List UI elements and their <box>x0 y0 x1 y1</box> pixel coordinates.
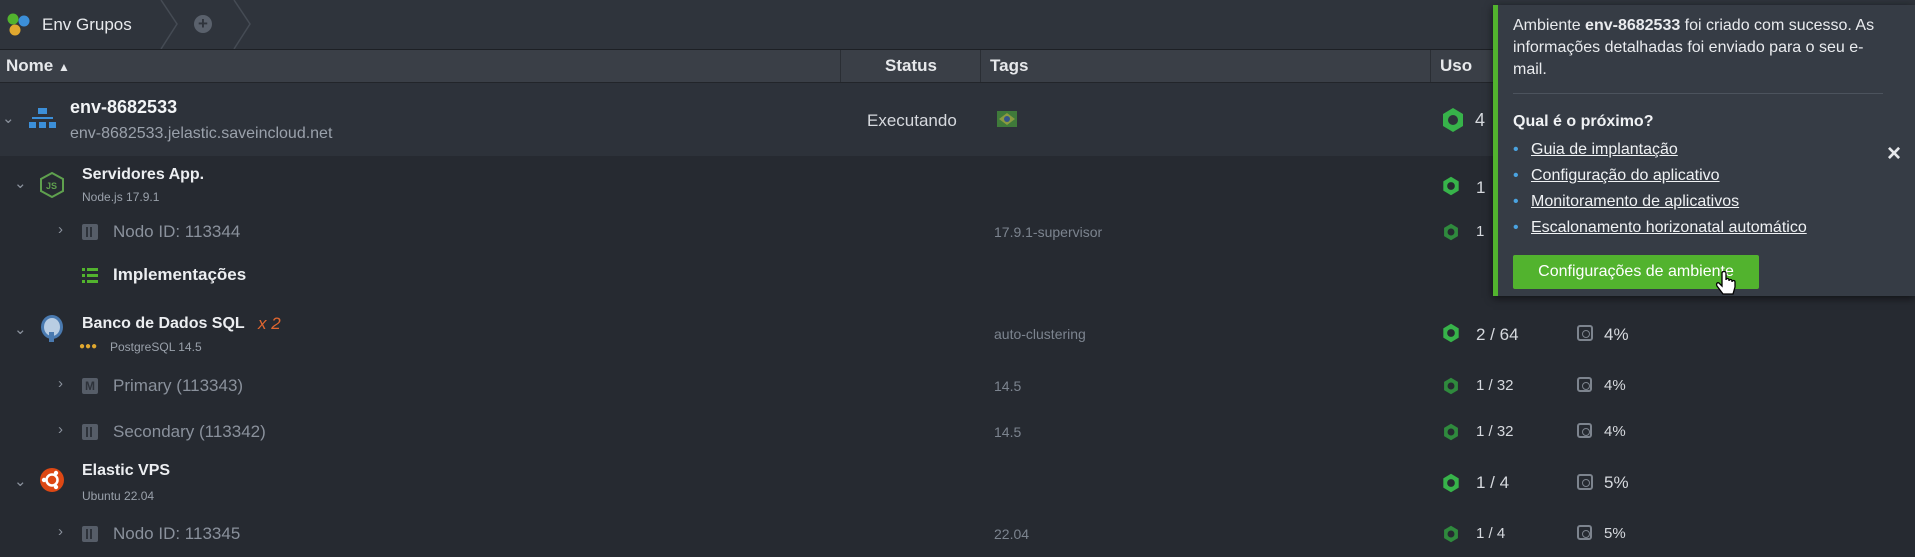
primary-node-row[interactable]: › M Primary (113343) 14.5 1 / 32 4% <box>0 364 1730 408</box>
secondary-node-usage: 1 / 32 <box>1476 423 1514 440</box>
column-tags-header[interactable]: Tags <box>990 50 1028 82</box>
sql-db-disk: 4% <box>1604 325 1629 344</box>
env-row[interactable]: ⌄ env-8682533 env-8682533.jelastic.savei… <box>0 83 1730 156</box>
expand-chevron-icon[interactable]: › <box>58 523 63 540</box>
elastic-vps-disk: 5% <box>1604 473 1629 492</box>
disk-icon <box>1577 525 1592 540</box>
link-app-monitoring[interactable]: Monitoramento de aplicativos <box>1513 189 1807 215</box>
deployments-label[interactable]: Implementações <box>113 265 246 285</box>
collapse-chevron-icon[interactable]: ⌄ <box>14 174 27 192</box>
app-servers-group[interactable]: ⌄ JS Servidores App. Node.js 17.9.1 1 <box>0 156 1730 210</box>
column-status-header[interactable]: Status <box>885 50 937 82</box>
app-servers-title: Servidores App. <box>82 166 205 183</box>
env-domain[interactable]: env-8682533.jelastic.saveincloud.net <box>70 125 332 143</box>
vps-node-label[interactable]: Nodo ID: 113345 <box>113 524 240 544</box>
topology-icon <box>29 108 56 128</box>
disk-icon <box>1577 377 1592 392</box>
primary-node-usage: 1 / 32 <box>1476 377 1514 394</box>
app-node-label[interactable]: Nodo ID: 113344 <box>113 222 240 242</box>
node-icon <box>82 526 98 542</box>
node-icon <box>82 424 98 440</box>
expand-chevron-icon[interactable]: › <box>58 221 63 238</box>
disk-icon <box>1577 325 1593 341</box>
sql-db-tag: auto-clustering <box>994 326 1086 342</box>
cloudlet-icon <box>1444 423 1458 441</box>
sql-db-title: Banco de Dados SQL <box>82 315 245 332</box>
close-icon[interactable]: × <box>1887 140 1901 168</box>
env-groups-icon <box>7 13 30 35</box>
vps-node-row[interactable]: › Nodo ID: 113345 22.04 1 / 4 5% <box>0 512 1730 557</box>
secondary-node-row[interactable]: › Secondary (113342) 14.5 1 / 32 4% <box>0 408 1730 452</box>
disk-icon <box>1577 474 1593 490</box>
master-node-icon: M <box>82 378 98 394</box>
env-usage: 4 <box>1475 110 1486 130</box>
elastic-vps-os: Ubuntu 22.04 <box>82 489 155 503</box>
vps-node-disk: 5% <box>1604 525 1626 542</box>
elastic-vps-title: Elastic VPS <box>82 462 171 479</box>
column-name-header[interactable]: Nome ▲ <box>6 50 70 82</box>
secondary-node-label[interactable]: Secondary (113342) <box>113 422 266 442</box>
collapse-chevron-icon[interactable]: ⌄ <box>14 472 27 490</box>
next-steps-heading: Qual é o próximo? <box>1513 113 1654 130</box>
next-steps-list: Guia de implantação Configuração do apli… <box>1513 137 1807 241</box>
disk-icon <box>1577 423 1592 438</box>
app-servers-stack: Node.js 17.9.1 <box>82 190 160 204</box>
app-node-tag: 17.9.1-supervisor <box>994 224 1103 240</box>
deployments-row[interactable]: Implementações <box>0 254 1730 296</box>
cloudlet-icon <box>1443 473 1459 493</box>
cloudlet-icon <box>1444 525 1458 543</box>
link-deployment-guide[interactable]: Guia de implantação <box>1513 137 1807 163</box>
vps-node-tag: 22.04 <box>994 526 1030 542</box>
expand-chevron-icon[interactable]: › <box>58 421 63 438</box>
hand-cursor-icon <box>1715 271 1736 295</box>
notification-message: Ambiente env-8682533 foi criado com suce… <box>1513 17 1875 78</box>
primary-node-label[interactable]: Primary (113343) <box>113 376 243 396</box>
nodejs-icon: JS <box>40 172 64 198</box>
cloudlet-icon <box>1444 377 1458 395</box>
app-usage: 1 <box>1476 178 1486 197</box>
brazil-flag-icon <box>997 111 1017 127</box>
app-node-usage: 1 <box>1476 223 1485 240</box>
node-icon <box>82 224 98 240</box>
svg-text:JS: JS <box>46 181 57 191</box>
collapse-chevron-icon[interactable]: ⌄ <box>14 320 27 338</box>
link-app-configuration[interactable]: Configuração do aplicativo <box>1513 163 1807 189</box>
elastic-vps-usage: 1 / 4 <box>1476 473 1510 492</box>
app-node-row[interactable]: › Nodo ID: 113344 17.9.1-supervisor 1 <box>0 210 1730 254</box>
elastic-vps-group[interactable]: ⌄ Elastic VPS Ubuntu 22.04 1 / 4 5% <box>0 456 1730 510</box>
secondary-node-disk: 4% <box>1604 423 1626 440</box>
cloudlet-icon <box>1443 108 1463 132</box>
env-groups-tab[interactable]: Env Grupos <box>0 0 161 49</box>
add-group-button[interactable]: + <box>194 15 212 33</box>
deployments-icon <box>82 268 98 283</box>
ubuntu-icon <box>40 468 64 492</box>
primary-node-tag: 14.5 <box>994 378 1022 394</box>
sql-db-group[interactable]: ⌄ Banco de Dados SQL x 2 ●●● PostgreSQL … <box>0 306 1730 360</box>
primary-node-disk: 4% <box>1604 377 1626 394</box>
expand-chevron-icon[interactable]: › <box>58 375 63 392</box>
sql-db-multiplier: x 2 <box>258 314 281 333</box>
cloudlet-icon <box>1443 176 1459 196</box>
column-usage-header[interactable]: Uso <box>1440 50 1472 82</box>
env-name[interactable]: env-8682533 <box>70 97 177 118</box>
cluster-dots-icon: ●●● <box>79 341 98 352</box>
sql-db-usage: 2 / 64 <box>1476 325 1519 344</box>
env-groups-label: Env Grupos <box>42 14 132 34</box>
cloudlet-icon <box>1444 223 1458 241</box>
table-header: Nome ▲ Status Tags Uso <box>0 50 1730 83</box>
collapse-chevron-icon[interactable]: ⌄ <box>2 109 15 127</box>
postgresql-icon <box>41 315 63 342</box>
cloudlet-icon <box>1443 323 1459 343</box>
tab-separator <box>160 0 178 49</box>
link-horizontal-scaling[interactable]: Escalonamento horizonatal automático <box>1513 215 1807 241</box>
tab-separator <box>233 0 251 49</box>
vps-node-usage: 1 / 4 <box>1476 525 1506 542</box>
env-status: Executando <box>867 111 957 130</box>
env-created-notification: Ambiente env-8682533 foi criado com suce… <box>1493 5 1915 296</box>
secondary-node-tag: 14.5 <box>994 424 1022 440</box>
sql-db-stack: PostgreSQL 14.5 <box>110 340 202 354</box>
